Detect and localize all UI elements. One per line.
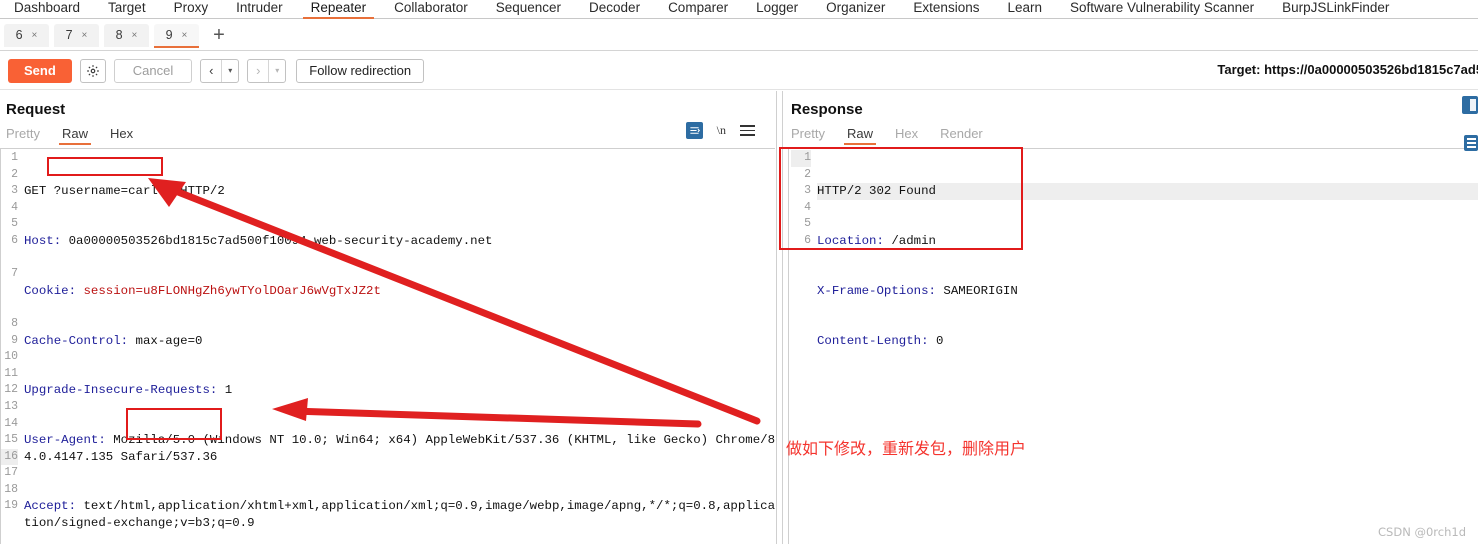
response-line-2: Location: /admin — [817, 233, 936, 248]
tab-logger[interactable]: Logger — [742, 0, 812, 18]
format-icon[interactable] — [685, 122, 703, 139]
response-editor[interactable]: 1 2 3 4 5 6 HTTP/2 302 Found Location: /… — [791, 148, 1478, 544]
close-icon[interactable]: × — [32, 30, 38, 41]
tab-sequencer[interactable]: Sequencer — [482, 0, 575, 18]
target-url-label: Target: https://0a00000503526bd1815c7ad5… — [1188, 62, 1478, 77]
request-line-6: User-Agent: Mozilla/5.0 (Windows NT 10.0… — [24, 433, 775, 464]
chevron-left-icon[interactable]: ‹ — [201, 60, 221, 82]
request-tab-raw[interactable]: Raw — [58, 126, 92, 145]
send-button[interactable]: Send — [8, 58, 72, 83]
repeater-tab-label: 9 — [165, 28, 173, 42]
close-icon[interactable]: × — [132, 30, 138, 41]
response-tab-hex[interactable]: Hex — [895, 126, 918, 141]
request-editor[interactable]: 1 2 3 4 5 6 7 8 9 10 11 12 13 14 15 16 1… — [0, 148, 775, 544]
request-view-tabs: Pretty Raw Hex \n — [0, 122, 775, 145]
pane-divider[interactable] — [776, 91, 777, 544]
request-line-5: Upgrade-Insecure-Requests: 1 — [24, 383, 233, 398]
repeater-tab-6[interactable]: 6 × — [4, 23, 49, 47]
response-tab-render[interactable]: Render — [940, 126, 983, 141]
request-line-7: Accept: text/html,application/xhtml+xml,… — [24, 499, 775, 531]
request-line-4: Cache-Control: max-age=0 — [24, 333, 203, 348]
request-line-numbers: 1 2 3 4 5 6 7 8 9 10 11 12 13 14 15 16 1… — [0, 148, 18, 544]
repeater-tab-9[interactable]: 9 × — [154, 23, 199, 48]
repeater-tab-label: 8 — [115, 28, 123, 42]
response-tab-pretty[interactable]: Pretty — [791, 126, 825, 141]
close-icon[interactable]: × — [82, 30, 88, 41]
hamburger-menu-icon[interactable] — [740, 125, 755, 136]
repeater-tab-strip: 6 × 7 × 8 × 9 × + — [0, 20, 1478, 51]
repeater-tab-8[interactable]: 8 × — [104, 23, 149, 47]
request-tab-hex[interactable]: Hex — [110, 126, 133, 141]
response-line-1: HTTP/2 302 Found — [817, 183, 1478, 200]
tab-repeater[interactable]: Repeater — [297, 0, 381, 19]
tab-target[interactable]: Target — [94, 0, 160, 18]
repeater-tab-7[interactable]: 7 × — [54, 23, 99, 47]
request-line-1: GET ?username=carlos HTTP/2 — [24, 184, 225, 199]
tab-learn[interactable]: Learn — [993, 0, 1056, 18]
newline-icon[interactable]: \n — [717, 123, 726, 138]
tab-organizer[interactable]: Organizer — [812, 0, 899, 18]
target-url-text: Target: https://0a00000503526bd1815c7ad5… — [1217, 62, 1478, 77]
chevron-right-icon[interactable]: › — [248, 60, 268, 82]
repeater-tab-label: 7 — [65, 28, 73, 42]
request-tab-pretty[interactable]: Pretty — [6, 126, 40, 141]
close-icon[interactable]: × — [182, 30, 188, 41]
tab-proxy[interactable]: Proxy — [160, 0, 223, 18]
request-line-2: Host: 0a00000503526bd1815c7ad500f10094.w… — [24, 233, 493, 248]
tab-burpjslinkfinder[interactable]: BurpJSLinkFinder — [1268, 0, 1403, 18]
request-pane: Request Pretty Raw Hex \n 1 2 3 4 5 6 7 … — [0, 91, 775, 544]
forward-nav-group[interactable]: › ▾ — [247, 58, 287, 83]
cancel-button: Cancel — [113, 58, 193, 83]
gear-icon[interactable] — [79, 58, 106, 83]
main-tabbar: Dashboard Target Proxy Intruder Repeater… — [0, 0, 1478, 19]
tab-comparer[interactable]: Comparer — [654, 0, 742, 18]
response-code[interactable]: HTTP/2 302 Found Location: /admin X-Fram… — [811, 148, 1478, 544]
add-tab-button[interactable]: + — [208, 24, 230, 46]
request-line-3: Cookie: session=u8FLONHgZh6ywTYolDOarJ6w… — [24, 283, 381, 298]
repeater-tab-label: 6 — [15, 28, 23, 42]
response-view-tabs: Pretty Raw Hex Render — [783, 122, 1478, 145]
response-line-numbers: 1 2 3 4 5 6 — [791, 148, 811, 544]
response-line-4: Content-Length: 0 — [817, 333, 944, 348]
back-nav-group[interactable]: ‹ ▾ — [200, 58, 240, 83]
tab-collaborator[interactable]: Collaborator — [380, 0, 482, 18]
panel-toggle-icon[interactable] — [1462, 96, 1478, 114]
request-toolbar-icons: \n — [685, 122, 755, 139]
response-line-3: X-Frame-Options: SAMEORIGIN — [817, 283, 1018, 298]
response-pane: Response Pretty Raw Hex Render 1 2 3 4 5… — [782, 91, 1478, 544]
request-code[interactable]: GET ?username=carlos HTTP/2 Host: 0a0000… — [18, 148, 775, 544]
tab-decoder[interactable]: Decoder — [575, 0, 654, 18]
chevron-down-icon[interactable]: ▾ — [269, 60, 285, 82]
tab-extensions[interactable]: Extensions — [899, 0, 993, 18]
response-title: Response — [791, 101, 863, 118]
watermark: CSDN @0rch1d — [1378, 525, 1466, 539]
tab-intruder[interactable]: Intruder — [222, 0, 297, 18]
response-line-6 — [817, 432, 1478, 449]
request-title: Request — [6, 101, 66, 118]
tab-dashboard[interactable]: Dashboard — [0, 0, 94, 18]
list-icon[interactable] — [1464, 135, 1478, 151]
response-tab-raw[interactable]: Raw — [843, 126, 877, 145]
follow-redirection-button[interactable]: Follow redirection — [296, 58, 425, 83]
chevron-down-icon[interactable]: ▾ — [222, 60, 238, 82]
response-line-5 — [817, 382, 1478, 399]
tab-software-vulnerability-scanner[interactable]: Software Vulnerability Scanner — [1056, 0, 1268, 18]
